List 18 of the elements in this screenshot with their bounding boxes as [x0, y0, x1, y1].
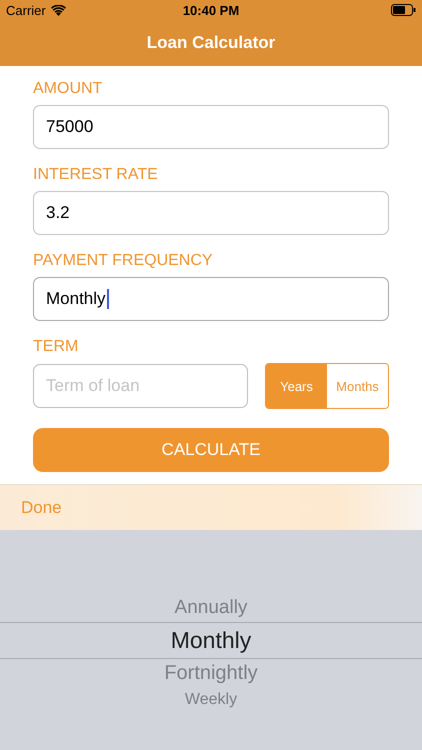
field-label: INTEREST RATE [33, 166, 159, 184]
input-field[interactable]: Term of loan [33, 364, 248, 408]
segment-button[interactable]: Years [266, 364, 327, 408]
picker-option[interactable]: Annually [0, 594, 422, 622]
input-field[interactable]: Monthly [33, 277, 389, 321]
calculate-button[interactable]: CALCULATE [33, 428, 389, 472]
done-button[interactable]: Done [21, 498, 62, 518]
field-label: AMOUNT [33, 80, 104, 98]
screen-title: Loan Calculator [146, 33, 276, 53]
carrier-name: Carrier [6, 2, 46, 18]
picker-option[interactable]: Monthly [0, 622, 422, 659]
field-label: PAYMENT FREQUENCY [33, 252, 214, 270]
picker-option[interactable]: Fortnightly [0, 659, 422, 688]
picker-option[interactable]: Weekly [0, 688, 422, 712]
clock-time: 10:40 PM [182, 2, 240, 18]
field-label: TERM [33, 338, 80, 356]
input-field[interactable]: 3.2 [33, 191, 389, 235]
input-field[interactable]: 75000 [33, 105, 389, 149]
